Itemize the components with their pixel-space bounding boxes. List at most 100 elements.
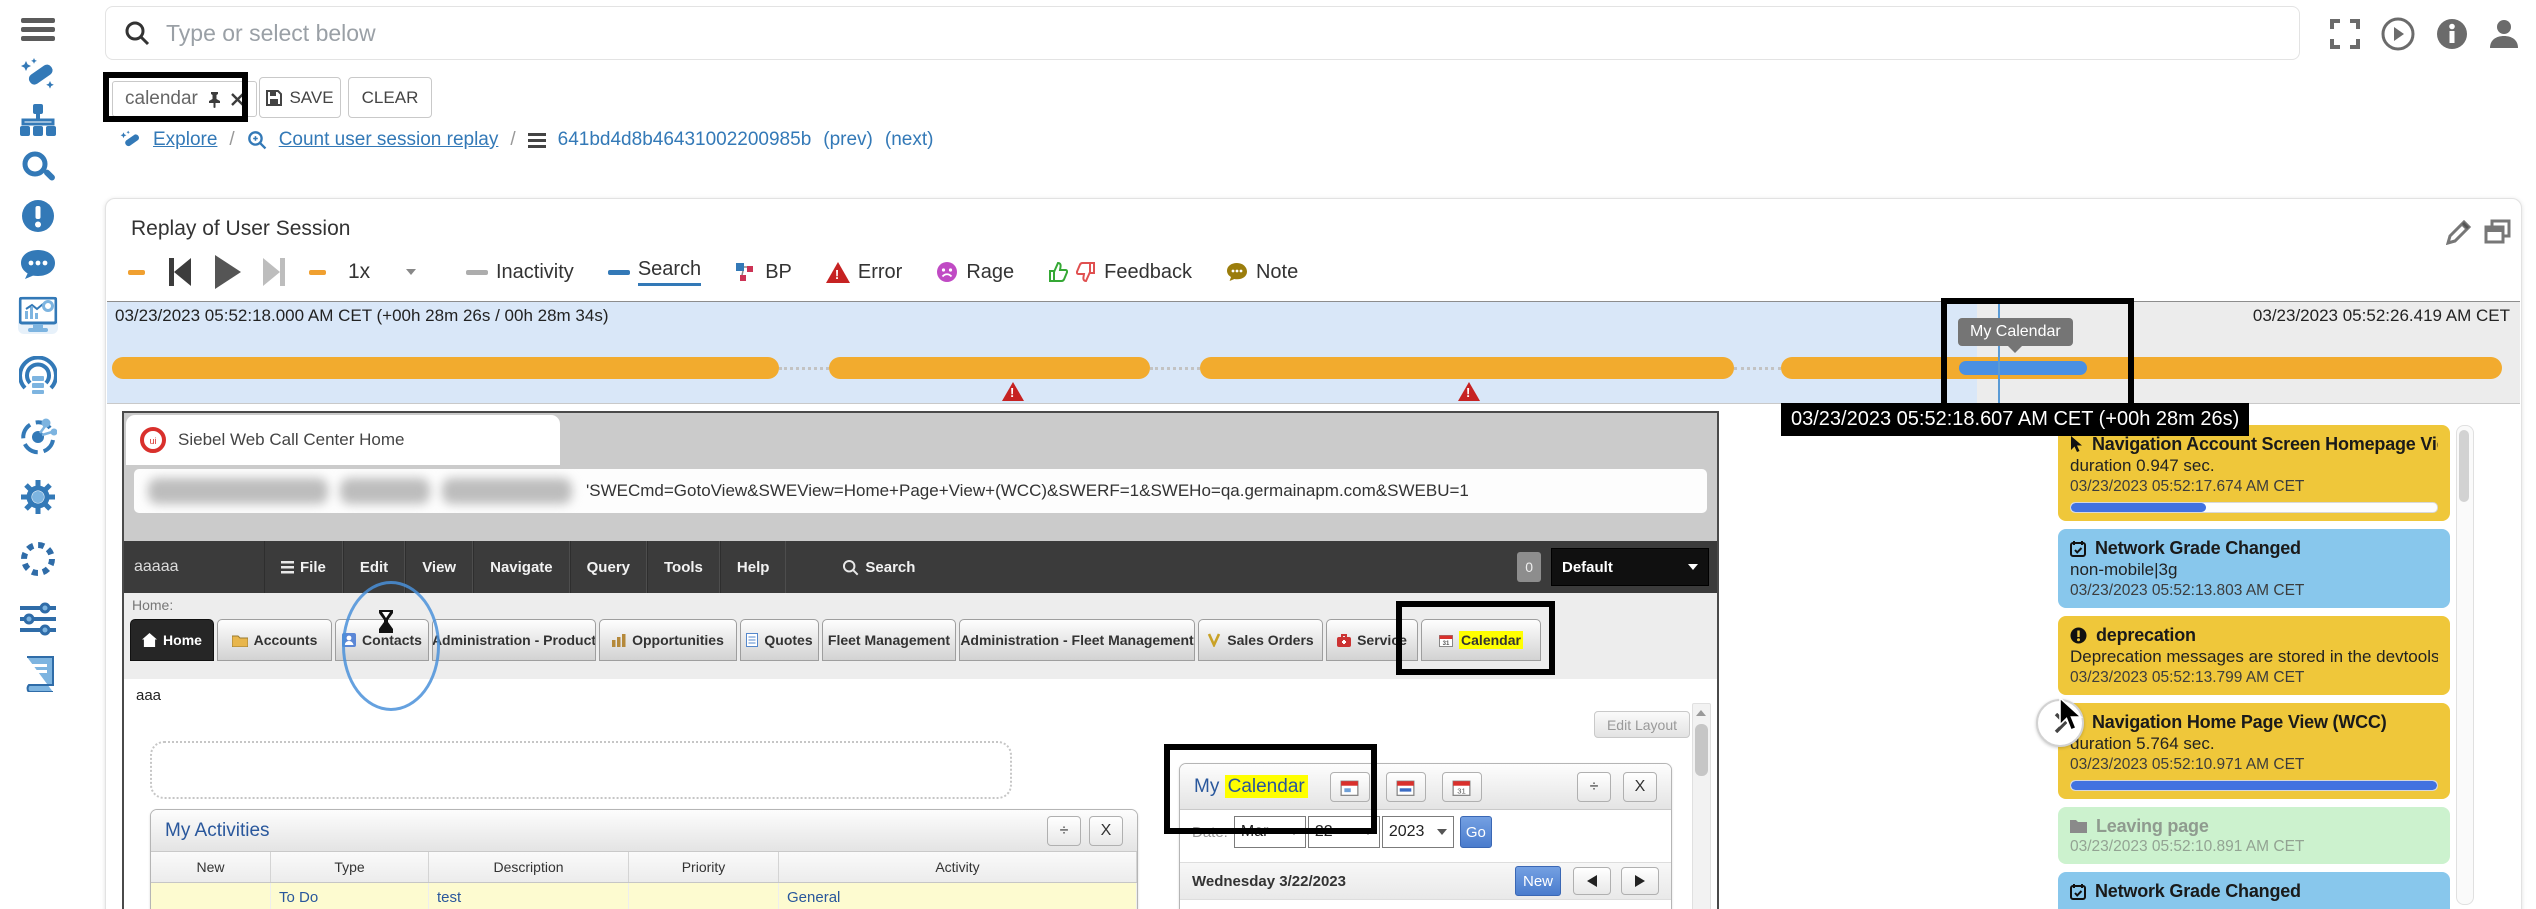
siebel-layout-select[interactable]: Default [1551,548,1709,586]
search-icon[interactable] [18,148,58,186]
siebel-scrollbar[interactable] [1692,703,1711,909]
siebel-search[interactable]: Search [826,541,931,593]
edit-layout-button[interactable]: Edit Layout [1594,711,1690,738]
day-select[interactable]: 22 [1308,816,1380,848]
global-search-input[interactable] [164,19,2109,48]
session-prev-link[interactable]: (prev) [823,129,873,151]
col-new[interactable]: New [151,852,271,882]
filter-chip-calendar[interactable]: calendar [112,81,257,117]
info-icon[interactable] [2432,14,2472,54]
clear-button[interactable]: CLEAR [348,77,432,118]
session-next-link[interactable]: (next) [885,129,934,151]
popout-copy-icon[interactable] [2484,219,2512,245]
breadcrumb-report-link[interactable]: Count user session replay [279,129,499,151]
tab-service[interactable]: Service [1326,619,1418,661]
events-scroll-thumb[interactable] [2459,430,2469,502]
weekly-view-button[interactable] [1386,772,1426,802]
tab-fleet-management[interactable]: Fleet Management [822,619,956,661]
global-search[interactable] [105,6,2300,60]
timeline-selected-segment[interactable] [1959,361,2087,375]
siebel-scroll-thumb[interactable] [1695,724,1708,776]
scroll-up-arrow[interactable] [1696,710,1706,716]
breadcrumb-explore-link[interactable]: Explore [153,129,217,151]
monthly-view-button[interactable]: 31 [1442,772,1482,802]
pin-icon[interactable] [207,91,222,108]
calendar-resize-button[interactable]: ÷ [1577,772,1611,802]
month-select[interactable]: Mar [1234,816,1306,848]
tab-calendar[interactable]: 31 Calendar [1421,619,1541,661]
timeline-activity-bar[interactable] [112,357,779,379]
skip-back-button[interactable] [167,258,191,286]
siebel-menu-query[interactable]: Query [570,541,647,593]
filters-icon[interactable] [18,600,58,638]
alerts-icon[interactable] [18,197,58,235]
col-priority[interactable]: Priority [629,852,779,882]
events-scrollbar[interactable] [2456,425,2474,905]
timeline[interactable]: 03/23/2023 05:52:18.000 AM CET (+00h 28m… [107,301,2520,404]
tab-administration-fleet-management[interactable]: Administration - Fleet Management [959,619,1195,661]
replay-play-icon[interactable] [2378,14,2418,54]
next-day-button[interactable] [1621,867,1659,895]
timeline-error-marker[interactable] [1458,382,1480,401]
browser-url-bar[interactable]: 'SWECmd=GotoView&SWEView=Home+Page+View+… [134,469,1707,513]
settings-gear-icon[interactable] [18,478,58,516]
siebel-notification-badge[interactable]: 0 [1517,552,1541,582]
go-button[interactable]: Go [1460,816,1492,848]
timeline-activity-bar[interactable] [829,357,1150,379]
sitemap-icon[interactable] [18,102,58,140]
activities-close-button[interactable]: X [1089,816,1123,846]
edit-icon[interactable] [2446,219,2472,245]
tab-opportunities[interactable]: Opportunities [599,619,737,661]
timeline-activity-bar[interactable] [1200,357,1734,379]
click-indicator-circle [342,581,440,711]
tab-accounts[interactable]: Accounts [217,619,332,661]
event-card-navigation-home[interactable]: Navigation Home Page View (WCC) duration… [2058,703,2450,799]
docs-book-icon[interactable] [18,655,58,693]
tab-administration-product[interactable]: Administration - Product [432,619,596,661]
event-card-network-grade[interactable]: Network Grade Changed non-mobile|3g 03/2… [2058,529,2450,608]
automation-icon[interactable] [18,540,58,578]
timeline-activity-bar[interactable] [1781,357,2502,379]
remove-chip-icon[interactable] [231,93,244,106]
activities-resize-button[interactable]: ÷ [1047,816,1081,846]
monitoring-icon[interactable] [18,356,58,394]
tab-home[interactable]: Home [130,619,214,661]
event-card-network-grade-2[interactable]: Network Grade Changed [2058,872,2450,909]
event-card-leaving-page[interactable]: Leaving page 03/23/2023 05:52:10.891 AM … [2058,807,2450,864]
tab-quotes[interactable]: Quotes [740,619,819,661]
col-type[interactable]: Type [271,852,429,882]
calendar-close-button[interactable]: X [1623,772,1657,802]
browser-url-text: 'SWECmd=GotoView&SWEView=Home+Page+View+… [586,481,1469,501]
col-description[interactable]: Description [429,852,629,882]
siebel-menu-tools[interactable]: Tools [647,541,720,593]
comments-icon[interactable] [18,246,58,284]
play-button[interactable] [213,255,241,289]
browser-tab[interactable]: ui Siebel Web Call Center Home [126,415,560,465]
siebel-menu-help[interactable]: Help [720,541,787,593]
col-activity[interactable]: Activity [779,852,1137,882]
tab-sales-orders[interactable]: Sales Orders [1198,619,1323,661]
event-card-deprecation[interactable]: deprecation Deprecation messages are sto… [2058,616,2450,695]
year-select[interactable]: 2023 [1382,816,1454,848]
breadcrumb-session-id[interactable]: 641bd4d8b46431002200985b [558,129,812,151]
save-button[interactable]: SAVE [259,77,341,118]
prev-day-button[interactable] [1573,867,1611,895]
siebel-menu-navigate[interactable]: Navigate [473,541,570,593]
event-card-navigation-account[interactable]: Navigation Account Screen Homepage View … [2058,425,2450,521]
new-appointment-button[interactable]: New [1515,866,1561,896]
timeline-error-marker[interactable] [1002,382,1024,401]
fullscreen-icon[interactable] [2325,14,2365,54]
speed-value[interactable]: 1x [348,260,370,284]
speed-dropdown-caret[interactable] [406,269,416,275]
skip-forward-button[interactable] [263,258,287,286]
siebel-menu-view[interactable]: View [405,541,473,593]
inactivity-dash-icon [466,270,488,275]
activities-row[interactable]: To Do test General [151,883,1137,909]
session-replay-icon[interactable] [18,296,58,334]
daily-view-button[interactable] [1330,772,1370,802]
menu-icon[interactable] [18,11,58,49]
user-icon[interactable] [2484,14,2524,54]
siebel-menu-file[interactable]: File [264,541,343,593]
magic-wand-icon[interactable] [18,56,58,94]
topology-icon[interactable] [18,418,58,456]
